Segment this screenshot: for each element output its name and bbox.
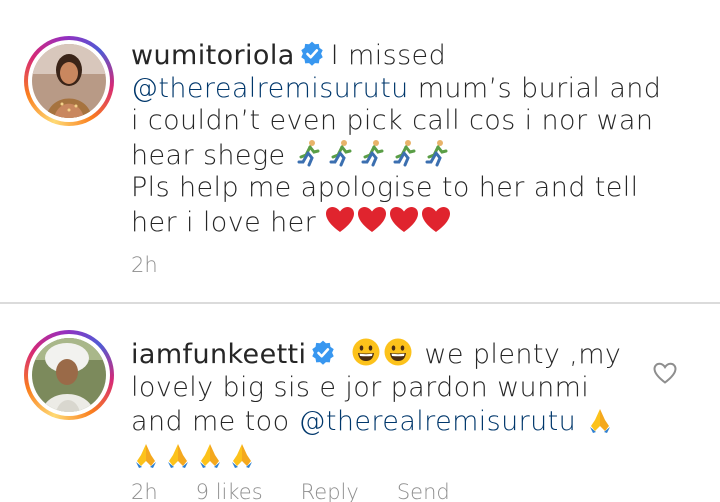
avatar-photo bbox=[32, 44, 106, 118]
folded-hands-icon bbox=[585, 404, 615, 434]
like-heart-icon[interactable] bbox=[652, 360, 678, 386]
mention-link[interactable]: @therealremisurutu bbox=[131, 73, 409, 104]
comment-divider bbox=[0, 302, 720, 304]
comment-item: iamfunkeetti we plenty ,my lovely big si… bbox=[0, 305, 720, 502]
heart-emoji-group bbox=[325, 205, 453, 238]
red-heart-icon bbox=[357, 205, 387, 235]
runner-icon bbox=[295, 138, 325, 168]
verified-badge-icon bbox=[312, 340, 335, 365]
comment-meta: 2h bbox=[131, 253, 158, 277]
avatar-photo-graphic bbox=[32, 44, 106, 118]
grinning-face-icon bbox=[383, 337, 413, 367]
send-button[interactable]: Send bbox=[397, 480, 450, 502]
comment-timestamp: 2h bbox=[131, 480, 158, 502]
username[interactable]: iamfunkeetti bbox=[131, 339, 306, 370]
comment-meta: 2h 9 likes Reply Send bbox=[131, 480, 450, 502]
folded-hands-icon bbox=[227, 439, 257, 469]
runner-icon bbox=[391, 138, 421, 168]
runner-emoji-group bbox=[295, 138, 455, 171]
avatar-border bbox=[28, 40, 110, 122]
avatar[interactable] bbox=[24, 36, 114, 126]
runner-icon bbox=[327, 138, 357, 168]
folded-hands-icon bbox=[163, 439, 193, 469]
red-heart-icon bbox=[421, 205, 451, 235]
comments-feed: wumitoriola I missed @therealremisurutu … bbox=[0, 0, 720, 502]
mention-link[interactable]: @therealremisurutu bbox=[298, 406, 576, 437]
red-heart-icon bbox=[325, 205, 355, 235]
runner-icon bbox=[423, 138, 453, 168]
username[interactable]: wumitoriola bbox=[131, 40, 295, 71]
grinning-face-icon bbox=[351, 337, 381, 367]
comment-timestamp: 2h bbox=[131, 253, 158, 277]
verified-badge-icon bbox=[300, 41, 323, 66]
avatar-photo bbox=[32, 338, 106, 412]
red-heart-icon bbox=[389, 205, 419, 235]
comment-text: wumitoriola I missed @therealremisurutu … bbox=[131, 40, 671, 239]
comment-item: wumitoriola I missed @therealremisurutu … bbox=[0, 0, 720, 303]
avatar-border bbox=[28, 334, 110, 416]
avatar[interactable] bbox=[24, 330, 114, 420]
comment-text: iamfunkeetti we plenty ,my lovely big si… bbox=[131, 337, 641, 473]
reply-button[interactable]: Reply bbox=[301, 480, 359, 502]
likes-count[interactable]: 9 likes bbox=[196, 480, 263, 502]
folded-hands-icon bbox=[131, 439, 161, 469]
folded-hands-icon bbox=[195, 439, 225, 469]
comment-text-part: I missed bbox=[330, 40, 447, 71]
avatar-photo-graphic bbox=[32, 338, 106, 412]
grin-emoji-group bbox=[351, 337, 415, 370]
runner-icon bbox=[359, 138, 389, 168]
